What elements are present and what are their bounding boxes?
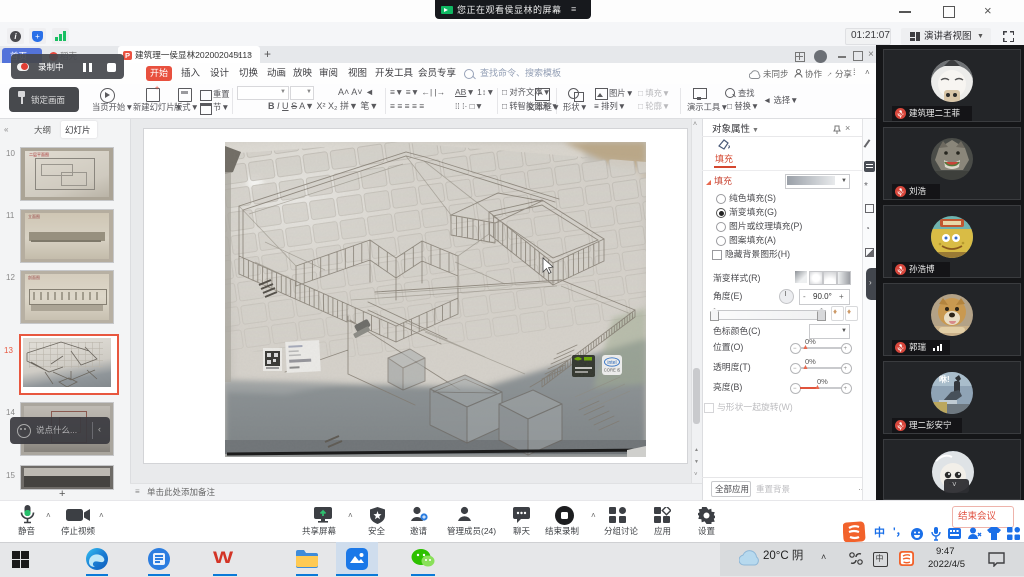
svg-text:咻!: 咻! xyxy=(939,374,950,384)
